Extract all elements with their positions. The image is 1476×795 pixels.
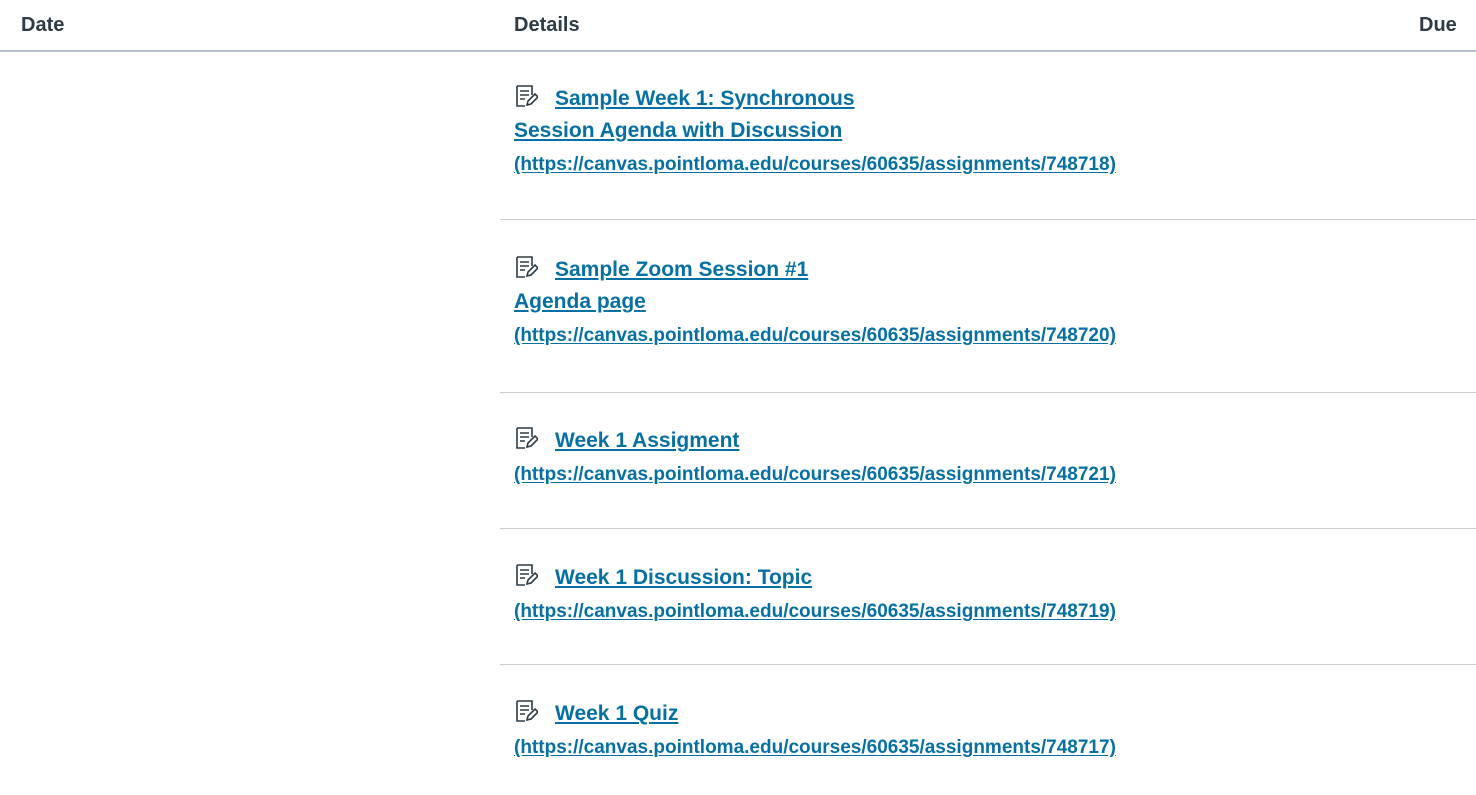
column-header-date: Date [21,14,65,36]
list-item: Sample Week 1: Synchronous Session Agend… [514,83,1334,181]
assignment-url[interactable]: (https://canvas.pointloma.edu/courses/60… [514,149,1334,181]
row-divider [500,219,1476,220]
list-item: Week 1 Discussion: Topic (https://canvas… [514,562,1334,628]
assignment-url[interactable]: (https://canvas.pointloma.edu/courses/60… [514,732,1334,764]
syllabus-table: Date Details Due Sample Week 1: Synchron… [0,0,1476,795]
assignment-link[interactable]: Sample Zoom Session #1 [555,258,808,281]
assignment-icon [514,699,540,723]
assignment-url[interactable]: (https://canvas.pointloma.edu/courses/60… [514,596,1334,628]
assignment-icon [514,426,540,450]
assignment-link[interactable]: Week 1 Assigment [555,429,739,452]
table-header: Date Details Due [0,0,1476,52]
assignment-link[interactable]: Week 1 Quiz [555,702,678,725]
assignment-icon [514,563,540,587]
column-header-due: Due [1419,14,1457,36]
assignment-link-continued[interactable]: Session Agenda with Discussion [514,115,1334,147]
column-header-details: Details [514,14,580,36]
assignment-icon [514,84,540,108]
assignment-link-continued[interactable]: Agenda page [514,286,1334,318]
row-divider [500,528,1476,529]
assignment-url[interactable]: (https://canvas.pointloma.edu/courses/60… [514,459,1334,491]
list-item: Week 1 Assigment (https://canvas.pointlo… [514,425,1334,491]
row-divider [500,664,1476,665]
row-divider [500,392,1476,393]
list-item: Week 1 Quiz (https://canvas.pointloma.ed… [514,698,1334,764]
assignment-url[interactable]: (https://canvas.pointloma.edu/courses/60… [514,320,1334,352]
assignment-link[interactable]: Sample Week 1: Synchronous [555,87,855,110]
assignment-icon [514,255,540,279]
assignment-link[interactable]: Week 1 Discussion: Topic [555,566,812,589]
list-item: Sample Zoom Session #1 Agenda page (http… [514,254,1334,352]
